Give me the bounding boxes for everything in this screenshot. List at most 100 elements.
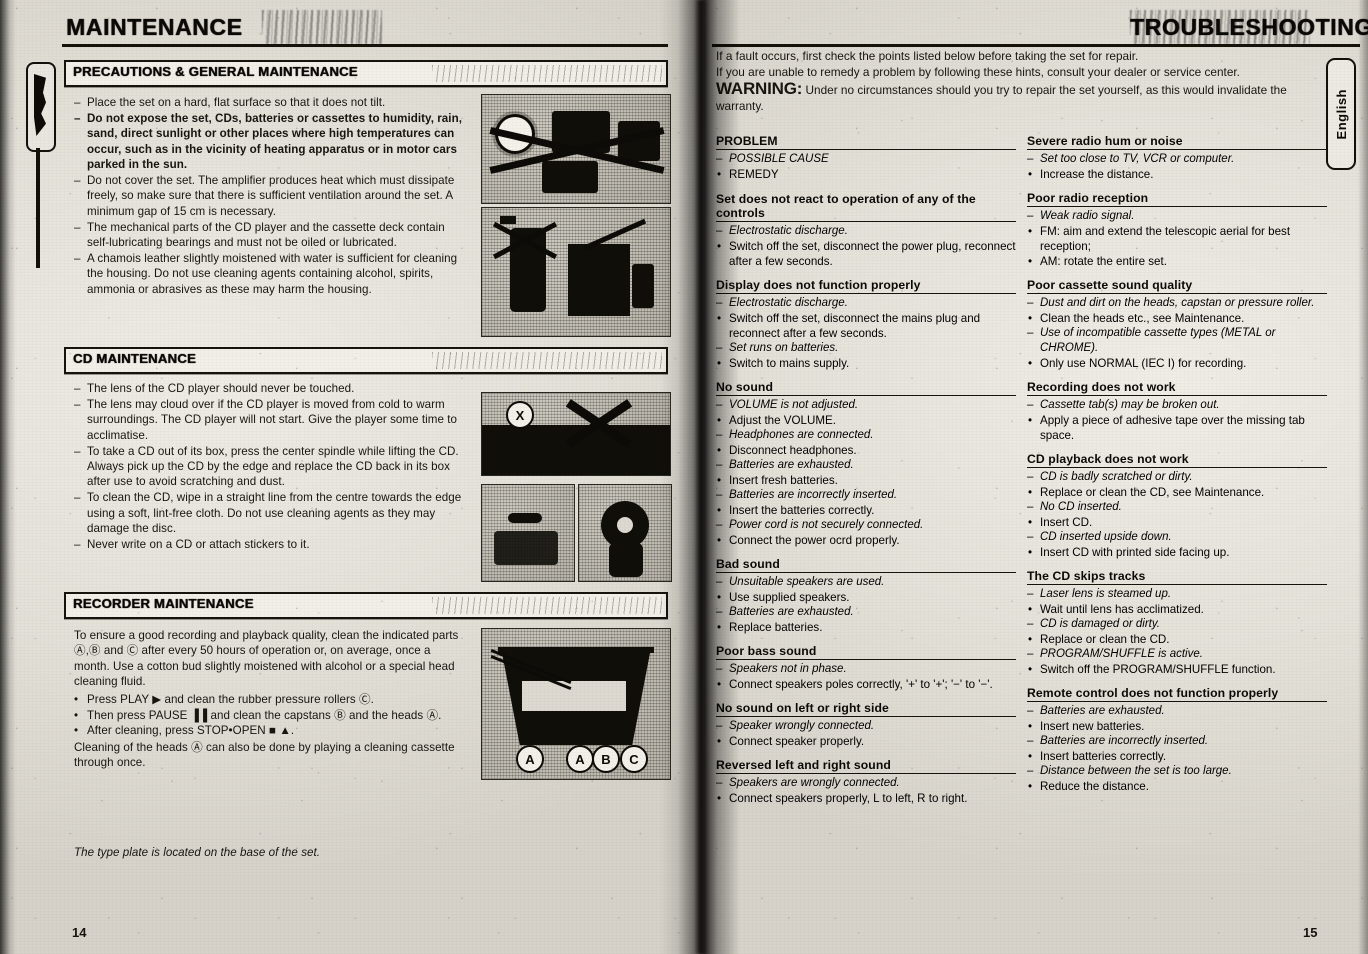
legend-problem-heading: PROBLEM: [716, 134, 1016, 150]
entry-text: Dust and dirt on the heads, capstan or p…: [1040, 297, 1315, 309]
dash-marker: –: [716, 489, 723, 501]
entry-text: Cassette tab(s) may be broken out.: [1040, 399, 1220, 411]
possible-cause: – Cassette tab(s) may be broken out.: [1027, 398, 1327, 413]
bullet-marker: •: [717, 734, 722, 748]
list-item: – Place the set on a hard, flat surface s…: [74, 96, 386, 109]
remedy-step: • Switch off the set, disconnect the powe…: [716, 239, 1016, 269]
deck-top-edge: [498, 647, 654, 653]
troubleshooting-group: Remote control does not function properl…: [1027, 686, 1327, 794]
troubleshooting-group: No sound – VOLUME is not adjusted. • Adjust …: [716, 380, 1016, 548]
possible-cause: – Batteries are incorrectly inserted.: [716, 488, 1016, 503]
problem-heading: Bad sound: [716, 557, 1016, 573]
bullet-marker: •: [1028, 224, 1033, 238]
dash-marker: –: [1027, 153, 1034, 165]
entry-text: Insert CD.: [1040, 516, 1093, 529]
entry-text: Use supplied speakers.: [729, 591, 850, 604]
entry-text: Insert new batteries.: [1040, 720, 1145, 733]
maintenance-banner: MAINTENANCE: [66, 10, 666, 44]
bullet-marker: •: [717, 533, 722, 547]
problem-heading: Poor cassette sound quality: [1027, 278, 1327, 294]
dash-marker: –: [716, 720, 723, 732]
entry-text: Power cord is not securely connected.: [729, 519, 924, 531]
possible-cause: – Batteries are exhausted.: [716, 605, 1016, 620]
remedy-step: • Use supplied speakers.: [716, 590, 1016, 605]
section-header-recorder-maintenance-label: RECORDER MAINTENANCE: [73, 596, 254, 611]
maintenance-banner-title: MAINTENANCE: [66, 14, 243, 40]
possible-cause: – Batteries are exhausted.: [716, 458, 1016, 473]
troubleshooting-banner: TROUBLESHOOTING: [1130, 10, 1368, 44]
possible-cause: – CD is badly scratched or dirty.: [1027, 470, 1327, 485]
troubleshooting-group: Poor radio reception – Weak radio signal. •…: [1027, 191, 1327, 269]
remedy-step: • Adjust the VOLUME.: [716, 413, 1016, 428]
bullet-marker: •: [717, 413, 722, 427]
candle-blob: [632, 264, 654, 308]
list-item: – To clean the CD, wipe in a straight lin…: [74, 491, 462, 536]
legend-cause: – POSSIBLE CAUSE: [716, 153, 829, 165]
entry-text: Replace batteries.: [729, 621, 823, 634]
illustration-avoid-heat-humidity: [481, 94, 671, 204]
troubleshooting-group: Poor bass sound – Speakers not in phase. • C…: [716, 644, 1016, 692]
appliance-blob: [542, 161, 598, 193]
page-number-left: 14: [72, 925, 87, 940]
problem-heading: Display does not function properly: [716, 278, 1016, 294]
bullet-marker: •: [717, 503, 722, 517]
entry-text: Connect speakers poles correctly, '+' to…: [729, 678, 993, 691]
remedy-step: • Insert new batteries.: [1027, 719, 1327, 734]
entry-text: Batteries are exhausted.: [729, 606, 854, 618]
list-item: – The mechanical parts of the CD player a…: [74, 220, 445, 250]
bullet-marker: •: [1028, 749, 1033, 763]
entry-text: FM: aim and extend the telescopic aerial…: [1040, 225, 1291, 253]
troubleshooting-legend: PROBLEM – POSSIBLE CAUSE • REMEDY: [716, 134, 1016, 182]
entry-text: Speakers not in phase.: [729, 663, 847, 675]
page-number-right: 15: [1303, 925, 1318, 940]
bullet-marker: •: [1028, 167, 1033, 181]
list-item: – A chamois leather slightly moistened wi…: [74, 252, 458, 296]
list-item: – The lens may cloud over if the CD playe…: [74, 397, 458, 442]
entry-text: Set too close to TV, VCR or computer.: [1040, 153, 1235, 165]
bullet-marker: •: [1028, 485, 1033, 499]
remedy-step: • Replace or clean the CD, see Maintenanc…: [1027, 485, 1327, 500]
dash-marker: –: [1027, 210, 1034, 222]
remedy-step: • Reduce the distance.: [1027, 779, 1327, 794]
troubleshooting-group: CD playback does not work – CD is badly sc…: [1027, 452, 1327, 560]
entry-text: CD is badly scratched or dirty.: [1040, 471, 1193, 483]
entry-text: Insert fresh batteries.: [729, 474, 838, 487]
dash-marker: –: [1027, 765, 1034, 777]
problem-heading: No sound: [716, 380, 1016, 396]
entry-text: Weak radio signal.: [1040, 210, 1135, 222]
remedy-step: • Connect speakers poles correctly, '+' t…: [716, 677, 1016, 692]
entry-text: Unsuitable speakers are used.: [729, 576, 885, 588]
dash-marker: –: [716, 342, 723, 354]
possible-cause: – Speakers are wrongly connected.: [716, 776, 1016, 791]
bullet-marker: •: [717, 620, 722, 634]
recorder-paragraph-2: Cleaning of the heads Ⓐ can also be done…: [74, 740, 455, 770]
dash-marker: –: [716, 459, 723, 471]
dash-marker: –: [716, 399, 723, 411]
bullet-marker: •: [1028, 602, 1033, 616]
bullet-marker: •: [717, 443, 722, 457]
entry-text: CD inserted upside down.: [1040, 531, 1172, 543]
troubleshooting-group: Severe radio hum or noise – Set too close …: [1027, 134, 1327, 182]
troubleshooting-group: Reversed left and right sound – Speakers a…: [716, 758, 1016, 806]
possible-cause: – CD is damaged or dirty.: [1027, 617, 1327, 632]
possible-cause: – Set too close to TV, VCR or computer.: [1027, 152, 1327, 167]
chapter-tab-marker: [26, 62, 56, 152]
entry-text: Connect speakers properly, L to left, R …: [729, 792, 968, 805]
possible-cause: – Power cord is not securely connected.: [716, 518, 1016, 533]
troubleshooting-intro: If a fault occurs, first check the point…: [716, 48, 1316, 114]
hand-blob: [494, 531, 558, 565]
troubleshooting-group: The CD skips tracks – Laser lens is steame…: [1027, 569, 1327, 677]
list-item: – Never write on a CD or attach stickers …: [74, 538, 310, 552]
bullet-marker: •: [1028, 662, 1033, 676]
dash-marker: –: [716, 606, 723, 618]
language-tab-label: English: [1333, 88, 1349, 140]
remedy-step: • Replace batteries.: [716, 620, 1016, 635]
entry-text: No CD inserted.: [1040, 501, 1122, 513]
bullet-marker: •: [1028, 545, 1033, 559]
entry-text: Switch off the set, disconnect the power…: [729, 240, 1016, 268]
chapter-tab-stem: [36, 148, 40, 268]
list-item: • Press PLAY ▶ and clean the rubber press…: [74, 692, 374, 706]
remedy-step: • Insert fresh batteries.: [716, 473, 1016, 488]
dash-marker: –: [1027, 531, 1034, 543]
possible-cause: – PROGRAM/SHUFFLE is active.: [1027, 647, 1327, 662]
